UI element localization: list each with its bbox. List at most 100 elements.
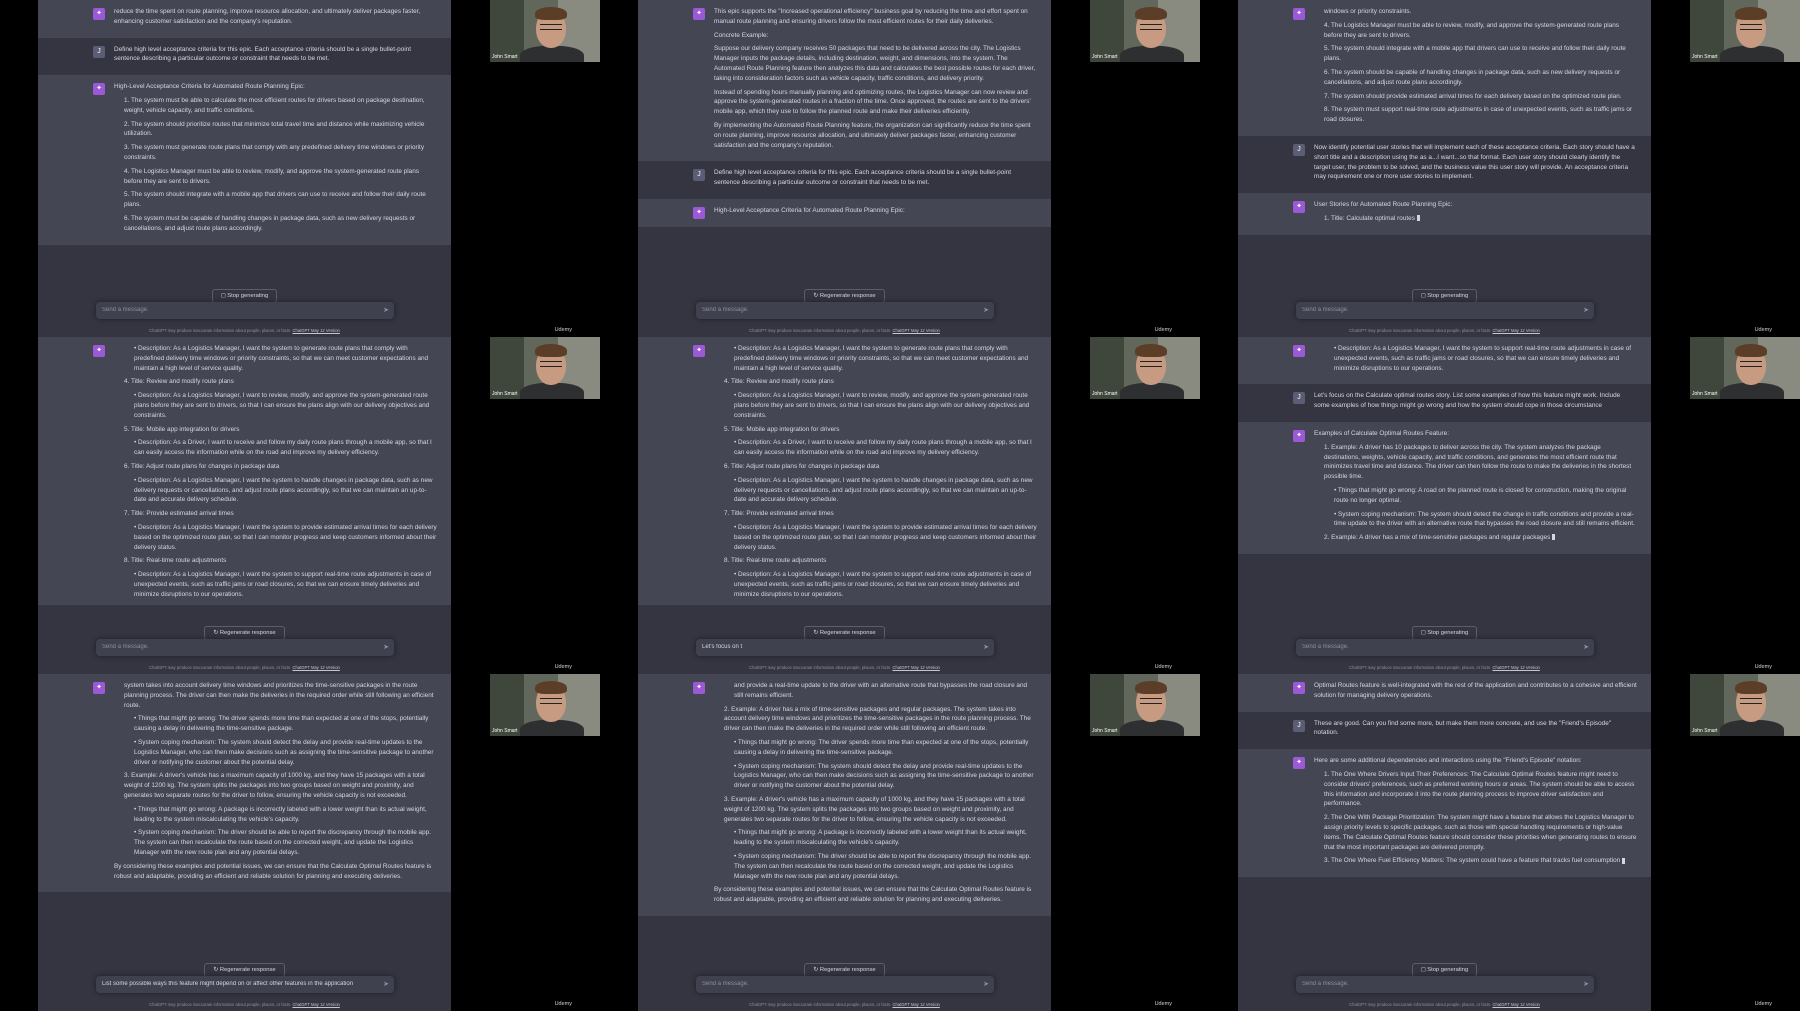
message-input[interactable] <box>102 304 372 316</box>
typing-cursor <box>1552 534 1556 541</box>
assistant-avatar: ✦ <box>1293 345 1305 357</box>
regenerate-response-button[interactable]: ↻ Regenerate response <box>204 963 285 977</box>
message-text: • System coping mechanism: The driver sh… <box>134 829 431 856</box>
webcam-body <box>1120 46 1184 62</box>
message-text: 7. Title: Provide estimated arrival time… <box>124 510 234 518</box>
message-text: • System coping mechanism: The driver sh… <box>734 852 1031 880</box>
stop-generating-button[interactable]: ◻ Stop generating <box>1411 289 1478 303</box>
message-text: 7. The system should provide estimated a… <box>1324 92 1622 100</box>
message-text: 4. The Logistics Manager must be able to… <box>124 167 419 185</box>
message-text: 8. Title: Real-time route adjustments <box>724 557 827 565</box>
version-link[interactable]: ChatGPT May 12 Version <box>892 1002 939 1007</box>
paper-plane-icon[interactable]: ➤ <box>1583 980 1589 988</box>
message-text: 5. The system should integrate with a mo… <box>124 191 426 209</box>
assistant-avatar: ✦ <box>93 8 105 20</box>
message-text: 6. The system must be capable of handlin… <box>124 214 416 232</box>
regenerate-response-button[interactable]: ↻ Regenerate response <box>804 626 885 640</box>
assistant-message: ✦ • Description: As a Logistics Manager, … <box>638 337 1051 605</box>
message-list[interactable]: ✦ windows or priority constraints. 4. The … <box>1238 0 1651 268</box>
assistant-message: ✦ High-Level Acceptance Criteria for Auto… <box>38 75 451 245</box>
stop-generating-button[interactable]: ◻ Stop generating <box>1411 963 1478 977</box>
webcam-body <box>520 383 584 399</box>
message-input[interactable] <box>1302 304 1572 316</box>
message-text: • Description: As a Logistics Manager, I… <box>134 392 430 419</box>
paper-plane-icon[interactable]: ➤ <box>1583 643 1589 651</box>
message-list[interactable]: ✦ This epic supports the "Increased opera… <box>638 0 1051 268</box>
message-text: 5. Title: Mobile app integration for dri… <box>124 425 240 433</box>
webcam-overlay: John Smart <box>1690 674 1800 736</box>
user-avatar: J <box>1293 143 1305 156</box>
paper-plane-icon[interactable]: ➤ <box>383 643 389 651</box>
chat-window: ✦ reduce the time spent on route planning… <box>38 0 451 337</box>
regenerate-response-button[interactable]: ↻ Regenerate response <box>804 289 885 303</box>
version-link[interactable]: ChatGPT May 12 Version <box>1492 665 1539 670</box>
udemy-watermark: Udemy <box>1154 664 1172 670</box>
message-text: • Things that might go wrong: A package … <box>734 829 1027 847</box>
message-input[interactable] <box>702 304 972 316</box>
assistant-message: ✦ windows or priority constraints. 4. The … <box>1238 0 1651 136</box>
message-text: Examples of Calculate Optimal Routes Fea… <box>1314 429 1449 437</box>
user-message: J These are good. Can you find some more,… <box>1238 711 1651 750</box>
webcam-glass <box>1140 24 1162 30</box>
webcam-overlay: John Smart <box>1690 337 1800 399</box>
stop-generating-button[interactable]: ◻ Stop generating <box>1411 626 1478 640</box>
webcam-hair <box>535 344 567 357</box>
message-text: • Things that might go wrong: The driver… <box>734 738 1029 756</box>
message-input[interactable] <box>702 978 972 990</box>
regenerate-response-button[interactable]: ↻ Regenerate response <box>204 626 285 640</box>
message-list[interactable]: ✦ • Description: As a Logistics Manager, … <box>638 337 1051 605</box>
assistant-message: ✦ Examples of Calculate Optimal Routes Fe… <box>1238 421 1651 554</box>
message-text: • Description: As a Logistics Manager, I… <box>134 571 432 598</box>
message-text: • System coping mechanism: The system sh… <box>734 762 1034 790</box>
webcam-shelf <box>1690 337 1724 399</box>
assistant-message: ✦ and provide a real-time update to the d… <box>638 674 1051 916</box>
message-list[interactable]: ✦ reduce the time spent on route planning… <box>38 0 451 268</box>
version-link[interactable]: ChatGPT May 12 Version <box>892 328 939 333</box>
user-message: J Now identify potential user stories tha… <box>1238 135 1651 194</box>
message-list[interactable]: ✦ • Description: As a Logistics Manager, … <box>1238 337 1651 605</box>
stop-generating-button[interactable]: ◻ Stop generating <box>211 289 278 303</box>
message-input[interactable] <box>102 641 372 653</box>
message-text: • Description: As a Logistics Manager, I… <box>734 392 1030 419</box>
message-list[interactable]: ✦ and provide a real-time update to the d… <box>638 674 1051 942</box>
message-input[interactable] <box>1302 641 1572 653</box>
message-list[interactable]: ✦ system takes into account delivery time… <box>38 674 451 942</box>
message-input[interactable] <box>702 641 972 653</box>
message-text: • Things that might go wrong: The driver… <box>134 715 429 733</box>
message-list[interactable]: ✦ • Description: As a Logistics Manager, … <box>38 337 451 605</box>
version-link[interactable]: ChatGPT May 12 Version <box>292 665 339 670</box>
webcam-overlay: John Smart <box>490 0 600 62</box>
disclaimer-footer: ChatGPT may produce inaccurate informati… <box>149 1002 340 1007</box>
assistant-message: ✦ • Description: As a Logistics Manager, … <box>1238 337 1651 385</box>
chat-window: ✦ system takes into account delivery time… <box>38 674 451 1011</box>
paper-plane-icon[interactable]: ➤ <box>383 306 389 314</box>
webcam-overlay: John Smart <box>1690 0 1800 62</box>
paper-plane-icon[interactable]: ➤ <box>983 306 989 314</box>
version-link[interactable]: ChatGPT May 12 Version <box>292 1002 339 1007</box>
assistant-avatar: ✦ <box>1293 757 1305 770</box>
udemy-watermark: Udemy <box>1154 1001 1172 1007</box>
regenerate-response-button[interactable]: ↻ Regenerate response <box>804 963 885 977</box>
message-text: 8. The system must support real-time rou… <box>1324 106 1633 124</box>
message-input-box: ➤ <box>696 639 994 656</box>
paper-plane-icon[interactable]: ➤ <box>1583 306 1589 314</box>
webcam-hair <box>1735 344 1767 357</box>
message-input[interactable] <box>102 978 372 990</box>
version-link[interactable]: ChatGPT May 12 Version <box>292 328 339 333</box>
paper-plane-icon[interactable]: ➤ <box>983 643 989 651</box>
webcam-overlay: John Smart <box>1090 337 1200 399</box>
disclaimer-footer: ChatGPT may produce inaccurate informati… <box>1349 665 1540 670</box>
message-input[interactable] <box>1302 978 1572 990</box>
version-link[interactable]: ChatGPT May 12 Version <box>1492 1002 1539 1007</box>
version-link[interactable]: ChatGPT May 12 Version <box>892 665 939 670</box>
assistant-avatar: ✦ <box>1293 682 1305 694</box>
version-link[interactable]: ChatGPT May 12 Version <box>1492 328 1539 333</box>
message-input-box: ➤ <box>1296 976 1594 993</box>
webcam-hair <box>1735 681 1767 694</box>
message-text: 8. Title: Real-time route adjustments <box>124 557 227 565</box>
paper-plane-icon[interactable]: ➤ <box>983 980 989 988</box>
message-text: Optimal Routes feature is well-integrate… <box>1314 682 1637 699</box>
message-list[interactable]: ✦ Optimal Routes feature is well-integrat… <box>1238 674 1651 942</box>
message-text: 1. The system must be able to calculate … <box>124 96 425 114</box>
paper-plane-icon[interactable]: ➤ <box>383 980 389 988</box>
